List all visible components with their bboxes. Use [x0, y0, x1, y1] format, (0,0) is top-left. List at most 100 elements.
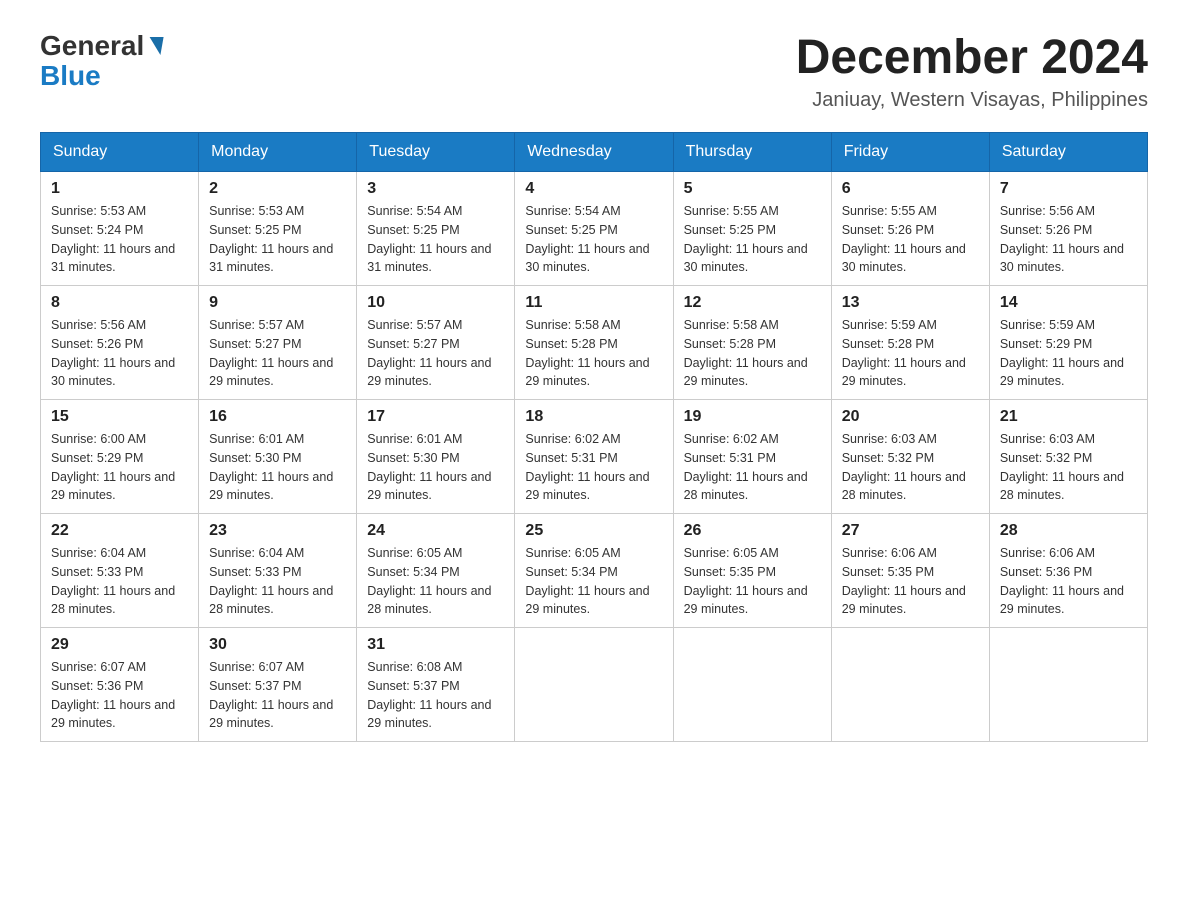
day-number: 22 — [51, 522, 188, 540]
calendar-cell: 18 Sunrise: 6:02 AM Sunset: 5:31 PM Dayl… — [515, 400, 673, 514]
day-number: 14 — [1000, 294, 1137, 312]
calendar-cell: 11 Sunrise: 5:58 AM Sunset: 5:28 PM Dayl… — [515, 286, 673, 400]
day-number: 13 — [842, 294, 979, 312]
day-info: Sunrise: 5:55 AM Sunset: 5:26 PM Dayligh… — [842, 202, 979, 277]
calendar-cell: 28 Sunrise: 6:06 AM Sunset: 5:36 PM Dayl… — [989, 514, 1147, 628]
calendar-week-4: 22 Sunrise: 6:04 AM Sunset: 5:33 PM Dayl… — [41, 514, 1148, 628]
day-info: Sunrise: 5:57 AM Sunset: 5:27 PM Dayligh… — [209, 316, 346, 391]
calendar-body: 1 Sunrise: 5:53 AM Sunset: 5:24 PM Dayli… — [41, 172, 1148, 742]
day-number: 2 — [209, 180, 346, 198]
day-info: Sunrise: 6:07 AM Sunset: 5:36 PM Dayligh… — [51, 658, 188, 733]
calendar-week-1: 1 Sunrise: 5:53 AM Sunset: 5:24 PM Dayli… — [41, 172, 1148, 286]
day-number: 17 — [367, 408, 504, 426]
day-number: 5 — [684, 180, 821, 198]
page-header: General Blue December 2024 Janiuay, West… — [40, 30, 1148, 112]
calendar-week-2: 8 Sunrise: 5:56 AM Sunset: 5:26 PM Dayli… — [41, 286, 1148, 400]
day-info: Sunrise: 5:59 AM Sunset: 5:29 PM Dayligh… — [1000, 316, 1137, 391]
calendar-table: SundayMondayTuesdayWednesdayThursdayFrid… — [40, 132, 1148, 742]
day-info: Sunrise: 5:55 AM Sunset: 5:25 PM Dayligh… — [684, 202, 821, 277]
day-number: 25 — [525, 522, 662, 540]
day-number: 29 — [51, 636, 188, 654]
day-number: 26 — [684, 522, 821, 540]
day-number: 31 — [367, 636, 504, 654]
calendar-cell: 29 Sunrise: 6:07 AM Sunset: 5:36 PM Dayl… — [41, 628, 199, 742]
day-number: 7 — [1000, 180, 1137, 198]
calendar-cell: 26 Sunrise: 6:05 AM Sunset: 5:35 PM Dayl… — [673, 514, 831, 628]
day-number: 15 — [51, 408, 188, 426]
day-number: 27 — [842, 522, 979, 540]
calendar-cell — [831, 628, 989, 742]
day-info: Sunrise: 5:56 AM Sunset: 5:26 PM Dayligh… — [51, 316, 188, 391]
day-info: Sunrise: 6:02 AM Sunset: 5:31 PM Dayligh… — [525, 430, 662, 505]
day-number: 30 — [209, 636, 346, 654]
calendar-cell — [989, 628, 1147, 742]
calendar-cell: 24 Sunrise: 6:05 AM Sunset: 5:34 PM Dayl… — [357, 514, 515, 628]
day-info: Sunrise: 6:01 AM Sunset: 5:30 PM Dayligh… — [209, 430, 346, 505]
day-info: Sunrise: 6:03 AM Sunset: 5:32 PM Dayligh… — [842, 430, 979, 505]
calendar-cell: 1 Sunrise: 5:53 AM Sunset: 5:24 PM Dayli… — [41, 172, 199, 286]
calendar-cell: 13 Sunrise: 5:59 AM Sunset: 5:28 PM Dayl… — [831, 286, 989, 400]
day-number: 3 — [367, 180, 504, 198]
calendar-cell: 23 Sunrise: 6:04 AM Sunset: 5:33 PM Dayl… — [199, 514, 357, 628]
day-info: Sunrise: 6:05 AM Sunset: 5:34 PM Dayligh… — [367, 544, 504, 619]
title-section: December 2024 Janiuay, Western Visayas, … — [796, 30, 1148, 112]
day-number: 18 — [525, 408, 662, 426]
calendar-cell: 7 Sunrise: 5:56 AM Sunset: 5:26 PM Dayli… — [989, 172, 1147, 286]
day-info: Sunrise: 6:08 AM Sunset: 5:37 PM Dayligh… — [367, 658, 504, 733]
day-info: Sunrise: 5:57 AM Sunset: 5:27 PM Dayligh… — [367, 316, 504, 391]
day-number: 16 — [209, 408, 346, 426]
day-info: Sunrise: 6:00 AM Sunset: 5:29 PM Dayligh… — [51, 430, 188, 505]
day-info: Sunrise: 6:03 AM Sunset: 5:32 PM Dayligh… — [1000, 430, 1137, 505]
calendar-cell: 16 Sunrise: 6:01 AM Sunset: 5:30 PM Dayl… — [199, 400, 357, 514]
day-number: 8 — [51, 294, 188, 312]
day-number: 4 — [525, 180, 662, 198]
calendar-header-saturday: Saturday — [989, 133, 1147, 172]
calendar-header-friday: Friday — [831, 133, 989, 172]
day-info: Sunrise: 6:02 AM Sunset: 5:31 PM Dayligh… — [684, 430, 821, 505]
day-info: Sunrise: 6:04 AM Sunset: 5:33 PM Dayligh… — [51, 544, 188, 619]
day-info: Sunrise: 6:06 AM Sunset: 5:35 PM Dayligh… — [842, 544, 979, 619]
day-info: Sunrise: 5:54 AM Sunset: 5:25 PM Dayligh… — [525, 202, 662, 277]
day-info: Sunrise: 6:07 AM Sunset: 5:37 PM Dayligh… — [209, 658, 346, 733]
calendar-header-row: SundayMondayTuesdayWednesdayThursdayFrid… — [41, 133, 1148, 172]
logo-general-text: General — [40, 30, 144, 62]
calendar-cell: 4 Sunrise: 5:54 AM Sunset: 5:25 PM Dayli… — [515, 172, 673, 286]
day-number: 10 — [367, 294, 504, 312]
calendar-cell: 27 Sunrise: 6:06 AM Sunset: 5:35 PM Dayl… — [831, 514, 989, 628]
calendar-cell: 2 Sunrise: 5:53 AM Sunset: 5:25 PM Dayli… — [199, 172, 357, 286]
day-number: 12 — [684, 294, 821, 312]
calendar-cell — [515, 628, 673, 742]
calendar-header-monday: Monday — [199, 133, 357, 172]
day-info: Sunrise: 6:01 AM Sunset: 5:30 PM Dayligh… — [367, 430, 504, 505]
day-number: 1 — [51, 180, 188, 198]
calendar-cell: 9 Sunrise: 5:57 AM Sunset: 5:27 PM Dayli… — [199, 286, 357, 400]
day-info: Sunrise: 5:59 AM Sunset: 5:28 PM Dayligh… — [842, 316, 979, 391]
subtitle: Janiuay, Western Visayas, Philippines — [796, 89, 1148, 112]
day-number: 9 — [209, 294, 346, 312]
day-number: 21 — [1000, 408, 1137, 426]
calendar-cell: 19 Sunrise: 6:02 AM Sunset: 5:31 PM Dayl… — [673, 400, 831, 514]
calendar-cell: 22 Sunrise: 6:04 AM Sunset: 5:33 PM Dayl… — [41, 514, 199, 628]
calendar-cell: 17 Sunrise: 6:01 AM Sunset: 5:30 PM Dayl… — [357, 400, 515, 514]
calendar-week-3: 15 Sunrise: 6:00 AM Sunset: 5:29 PM Dayl… — [41, 400, 1148, 514]
calendar-cell: 3 Sunrise: 5:54 AM Sunset: 5:25 PM Dayli… — [357, 172, 515, 286]
calendar-cell: 20 Sunrise: 6:03 AM Sunset: 5:32 PM Dayl… — [831, 400, 989, 514]
calendar-header-tuesday: Tuesday — [357, 133, 515, 172]
calendar-cell: 12 Sunrise: 5:58 AM Sunset: 5:28 PM Dayl… — [673, 286, 831, 400]
calendar-week-5: 29 Sunrise: 6:07 AM Sunset: 5:36 PM Dayl… — [41, 628, 1148, 742]
day-number: 19 — [684, 408, 821, 426]
calendar-cell: 5 Sunrise: 5:55 AM Sunset: 5:25 PM Dayli… — [673, 172, 831, 286]
day-number: 23 — [209, 522, 346, 540]
calendar-cell: 6 Sunrise: 5:55 AM Sunset: 5:26 PM Dayli… — [831, 172, 989, 286]
logo: General Blue — [40, 30, 162, 92]
calendar-cell: 31 Sunrise: 6:08 AM Sunset: 5:37 PM Dayl… — [357, 628, 515, 742]
calendar-cell: 21 Sunrise: 6:03 AM Sunset: 5:32 PM Dayl… — [989, 400, 1147, 514]
day-info: Sunrise: 5:58 AM Sunset: 5:28 PM Dayligh… — [684, 316, 821, 391]
day-info: Sunrise: 6:05 AM Sunset: 5:34 PM Dayligh… — [525, 544, 662, 619]
calendar-header-thursday: Thursday — [673, 133, 831, 172]
day-number: 11 — [525, 294, 662, 312]
day-number: 20 — [842, 408, 979, 426]
day-number: 6 — [842, 180, 979, 198]
day-info: Sunrise: 5:54 AM Sunset: 5:25 PM Dayligh… — [367, 202, 504, 277]
day-info: Sunrise: 5:56 AM Sunset: 5:26 PM Dayligh… — [1000, 202, 1137, 277]
